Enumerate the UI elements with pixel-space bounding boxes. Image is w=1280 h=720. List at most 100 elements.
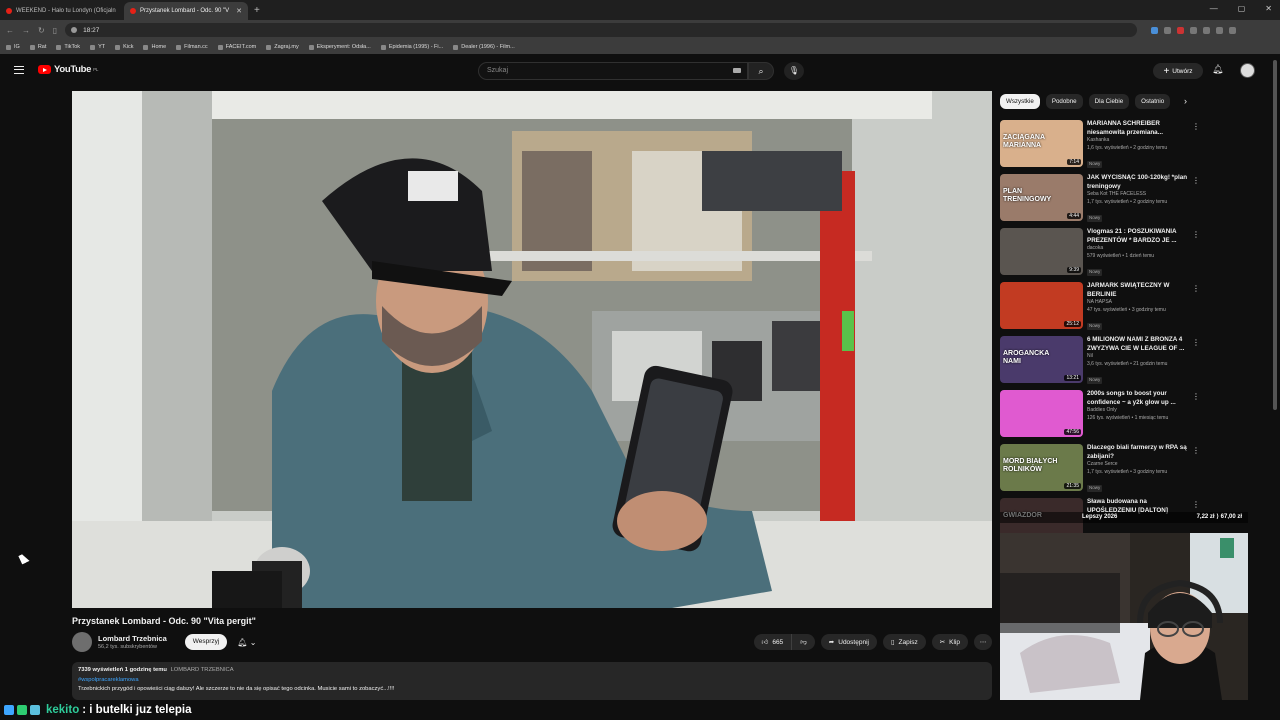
recommendation-title[interactable]: MARIANNA SCHREIBER niesamowita przemiana… <box>1087 120 1195 137</box>
more-vert-icon[interactable]: ⋮ <box>1192 176 1200 185</box>
more-vert-icon[interactable]: ⋮ <box>1192 284 1200 293</box>
chevron-right-icon[interactable]: › <box>1184 96 1187 106</box>
dislike-button[interactable]: 👎︎ <box>792 634 815 650</box>
youtube-play-icon <box>38 65 51 74</box>
recommendation-item[interactable]: 7:14 ZACIĄGANA MARIANNA MARIANNA SCHREIBE… <box>1000 120 1210 174</box>
recommendation-chips: Wszystkie Podobne Dla Ciebie Ostatnio <box>1000 94 1171 109</box>
video-thumbnail[interactable]: 4:44 PLAN TRENINGOWY <box>1000 174 1083 221</box>
channel-avatar[interactable] <box>72 632 92 652</box>
browser-tab[interactable]: WEEKEND - Hało tu Londyn (Oficjaln <box>0 2 124 20</box>
extension-icon[interactable] <box>1190 26 1198 34</box>
video-thumbnail[interactable]: 25:12 <box>1000 282 1083 329</box>
recommendation-channel[interactable]: dacoka <box>1087 245 1195 253</box>
support-button[interactable]: Wesprzyj <box>184 634 228 650</box>
forward-icon[interactable]: → <box>22 26 30 35</box>
reload-icon[interactable]: ↻ <box>38 26 45 35</box>
chip-all[interactable]: Wszystkie <box>1000 94 1040 109</box>
recommendation-title[interactable]: Vlogmas 21 : POSZUKIWANIA PREZENTÓW * BA… <box>1087 228 1195 245</box>
more-vert-icon[interactable]: ⋮ <box>1192 392 1200 401</box>
bookmark-item[interactable]: Zagraj.my <box>266 44 299 50</box>
more-vert-icon[interactable]: ⋮ <box>1192 338 1200 347</box>
browser-tab-active[interactable]: Przystanek Lombard - Odc. 90 "V ✕ <box>124 2 248 20</box>
bookmark-item[interactable]: Filman.cc <box>176 44 208 50</box>
share-button[interactable]: ➦ Udostępnij <box>820 634 877 650</box>
recommendation-channel[interactable]: Kashanka <box>1087 137 1195 145</box>
recommendation-title[interactable]: JARMARK ŚWIĄTECZNY W BERLINIE <box>1087 282 1195 299</box>
notifications-bell-icon[interactable]: 🔔︎ <box>1212 64 1223 75</box>
extension-icon[interactable] <box>1177 26 1185 34</box>
recommendation-title[interactable]: 6 MILIONOW NAMI Z BRONZA 4 ZWYZYWA CIE W… <box>1087 336 1195 353</box>
bookmark-page-icon[interactable]: ▯ <box>53 26 57 35</box>
bookmark-item[interactable]: Eksperyment: Odsła... <box>308 44 371 50</box>
more-vert-icon[interactable]: ⋮ <box>1192 230 1200 239</box>
more-vert-icon[interactable]: ⋮ <box>1192 122 1200 131</box>
search-input[interactable]: Szukaj <box>478 62 748 80</box>
hashtag-link[interactable]: #wspolpracareklamowa <box>78 676 986 686</box>
recommendation-item[interactable]: 21:35 MORD BIAŁYCH ROLNIKÓW Dlaczego bial… <box>1000 444 1210 498</box>
keyboard-icon[interactable] <box>733 68 741 73</box>
recommendation-item[interactable]: 47:56 2000s songs to boost your confiden… <box>1000 390 1210 444</box>
video-thumbnail[interactable]: 7:14 ZACIĄGANA MARIANNA <box>1000 120 1083 167</box>
description-box[interactable]: 7339 wyświetleń 1 godzinę temu LOMBARD T… <box>72 662 992 700</box>
bookmark-item[interactable]: IG <box>6 44 20 50</box>
recommendation-item[interactable]: 4:44 PLAN TRENINGOWY JAK WYCISNĄĆ 100-120… <box>1000 174 1210 228</box>
chip-related[interactable]: Podobne <box>1045 94 1083 109</box>
new-tab-button[interactable]: + <box>254 5 260 16</box>
chip-for-you[interactable]: Dla Ciebie <box>1088 94 1130 109</box>
bookmark-icon <box>380 44 386 50</box>
clip-button[interactable]: ✂ Klip <box>931 634 968 650</box>
channel-name[interactable]: Lombard Trzebnica <box>98 634 167 643</box>
save-button[interactable]: ▯ Zapisz <box>882 634 926 650</box>
bookmark-item[interactable]: YT <box>90 44 105 50</box>
recommendation-item[interactable]: 25:12 JARMARK ŚWIĄTECZNY W BERLINIE NA H… <box>1000 282 1210 336</box>
bookmark-item[interactable]: Epidemia (1995) - Fi... <box>380 44 443 50</box>
recommendation-channel[interactable]: Seba Kot THE FACELESS <box>1087 191 1195 199</box>
maximize-icon[interactable]: ▢ <box>1238 4 1246 13</box>
close-tab-icon[interactable]: ✕ <box>236 7 242 15</box>
close-window-icon[interactable]: ✕ <box>1265 4 1272 13</box>
youtube-logo[interactable]: YouTube PL <box>38 64 98 75</box>
back-icon[interactable]: ← <box>6 26 14 35</box>
voice-search-button[interactable]: 🎙︎ <box>784 62 804 80</box>
recommendation-channel[interactable]: NA HAPSA <box>1087 299 1195 307</box>
video-player[interactable] <box>72 91 992 608</box>
more-vert-icon[interactable]: ⋮ <box>1192 500 1200 509</box>
account-avatar[interactable] <box>1240 63 1255 78</box>
create-button[interactable]: + Utwórz <box>1153 63 1203 79</box>
recommendation-item[interactable]: 9:39 Vlogmas 21 : POSZUKIWANIA PREZENTÓW… <box>1000 228 1210 282</box>
extension-icon[interactable] <box>1203 26 1211 34</box>
bookmark-item[interactable]: Dealer (1996) - Film... <box>453 44 515 50</box>
video-thumbnail[interactable]: 9:39 <box>1000 228 1083 275</box>
bookmark-item[interactable]: FACEIT.com <box>217 44 256 50</box>
like-button[interactable]: 👍︎ 665 <box>753 634 793 650</box>
video-thumbnail[interactable]: 47:56 <box>1000 390 1083 437</box>
extension-icon[interactable] <box>1164 26 1172 34</box>
recommendation-channel[interactable]: Czarne Serce <box>1087 461 1195 469</box>
video-thumbnail[interactable]: 13:21 AROGANCKA NAMI <box>1000 336 1083 383</box>
recommendation-title[interactable]: 2000s songs to boost your confidence ~ a… <box>1087 390 1195 407</box>
minimize-icon[interactable]: — <box>1210 4 1218 13</box>
more-vert-icon[interactable]: ⋮ <box>1192 446 1200 455</box>
site-info-icon[interactable] <box>71 27 78 33</box>
video-thumbnail[interactable]: 21:35 MORD BIAŁYCH ROLNIKÓW <box>1000 444 1083 491</box>
menu-icon[interactable] <box>14 66 24 74</box>
address-bar[interactable]: 18:27 <box>65 23 1138 37</box>
recommendation-title[interactable]: Dlaczego biali farmerzy w RPA są zabijan… <box>1087 444 1195 461</box>
extension-icon[interactable] <box>1151 26 1159 34</box>
download-icon[interactable] <box>1216 26 1224 34</box>
chip-recent[interactable]: Ostatnio <box>1135 94 1171 109</box>
bookmarks-bar: IG Rat TikTok YT Kick Home Filman.cc FAC… <box>0 40 1280 54</box>
bookmark-item[interactable]: Home <box>143 44 166 50</box>
subscription-bell-icon[interactable]: 🔔︎ ⌄ <box>237 638 256 647</box>
bookmark-item[interactable]: Kick <box>115 44 133 50</box>
recommendation-title[interactable]: JAK WYCISNĄĆ 100-120kg! *plan treningowy <box>1087 174 1195 191</box>
bookmark-item[interactable]: Rat <box>29 44 46 50</box>
recommendation-item[interactable]: 13:21 AROGANCKA NAMI 6 MILIONOW NAMI Z BR… <box>1000 336 1210 390</box>
page-scrollbar[interactable] <box>1273 60 1277 410</box>
extension-icon[interactable] <box>1229 26 1237 34</box>
bookmark-item[interactable]: TikTok <box>56 44 80 50</box>
search-button[interactable]: ⌕ <box>748 62 774 80</box>
recommendation-channel[interactable]: Nil <box>1087 353 1195 361</box>
more-actions-button[interactable]: ⋯ <box>974 634 992 650</box>
recommendation-channel[interactable]: Baddies Only <box>1087 407 1195 415</box>
